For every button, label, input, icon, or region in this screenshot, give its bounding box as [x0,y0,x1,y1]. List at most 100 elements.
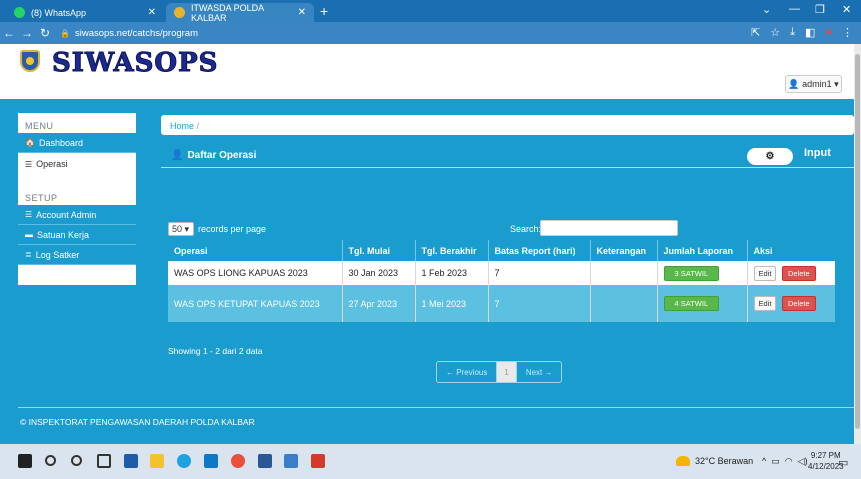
mail-icon[interactable] [204,454,218,468]
store-icon[interactable] [124,454,138,468]
chrome-icon[interactable] [231,454,245,468]
sidebar-item-label: Log Satker [35,249,80,260]
sidebar-item-dashboard[interactable]: 🏠 Dashboard [18,133,136,153]
network-icon: ▭ [771,456,780,466]
menu-heading: MENU [18,113,136,133]
pdf-icon[interactable] [311,454,325,468]
weather-text: 32°C Berawan [695,456,754,466]
menu-kebab-icon[interactable]: ⋮ [842,26,853,39]
page-scrollbar[interactable] [854,44,861,444]
maximize-icon[interactable]: ❐ [815,3,825,16]
weather-icon [676,456,690,466]
delete-button[interactable]: Delete [781,296,816,311]
forward-icon[interactable]: → [18,26,36,40]
cell-berakhir: 1 Mei 2023 [415,285,489,322]
comment-icon: ▬ [25,230,33,239]
taskbar: 32°C Berawan ^ ▭ ◠ ◁) 9:27 PM 4/12/2023 … [0,444,861,479]
chevron-down-icon[interactable]: ⌄ [762,3,771,16]
url-text: siwasops.net/catchs/program [74,27,198,39]
new-tab-icon[interactable]: + [320,3,328,19]
column-header[interactable]: Tgl. Berakhir [415,240,489,261]
windows-start-icon[interactable] [18,454,32,468]
notification-icon[interactable]: ▭ [838,456,848,469]
input-label[interactable]: Input [804,147,831,159]
sidebar-item-log-satker[interactable]: ≣ Log Satker [18,245,136,265]
cell-batas: 7 [488,285,591,322]
column-header[interactable]: Operasi [168,240,343,261]
column-header[interactable]: Batas Report (hari) [488,240,591,261]
search-label: Search: [510,224,542,234]
lock-icon: 🔒 [60,28,70,38]
edit-button[interactable]: Edit [753,265,777,281]
browser-tab-bar: (8) WhatsApp ✕ ITWASDA POLDA KALBAR ✕ + … [0,0,861,23]
delete-button[interactable]: Delete [781,265,816,281]
weather-widget[interactable]: 32°C Berawan [676,456,753,466]
wifi-icon: ◠ [784,456,793,466]
satwil-button[interactable]: 4 SATWIL [663,296,720,311]
brand-title: SIWASOPS [51,48,219,79]
column-header: Aksi [747,240,835,261]
page-1-button[interactable]: 1 [497,362,517,382]
cell-mulai: 27 Apr 2023 [342,285,416,322]
column-header[interactable]: Jumlah Laporan [657,240,748,261]
footer-divider [18,407,854,408]
close-icon[interactable]: ✕ [298,7,306,18]
list-icon: ☰ [25,159,33,169]
system-tray[interactable]: ^ ▭ ◠ ◁) [762,456,808,467]
close-icon[interactable]: ✕ [148,7,156,18]
volume-icon: ◁) [797,456,808,466]
tab-label: (8) WhatsApp [31,7,87,18]
breadcrumb: Home / [161,115,854,135]
reload-icon[interactable]: ↻ [36,26,54,40]
breadcrumb-home[interactable]: Home [170,121,194,131]
table-row: WAS OPS LIONG KAPUAS 2023 30 Jan 2023 1 … [168,261,835,285]
sidebar-item-label: Satuan Kerja [37,229,90,240]
table-header-row: Operasi Tgl. Mulai Tgl. Berakhir Batas R… [168,240,835,261]
list-icon: ☰ [25,210,33,219]
profile-icon[interactable]: ● [825,26,832,39]
site-favicon-icon [174,7,185,18]
photos-icon[interactable] [284,454,298,468]
user-menu-button[interactable]: 👤 admin1 ▾ [785,75,842,93]
address-bar: ← → ↻ 🔒 siwasops.net/catchs/program ⇱ ☆ … [0,22,861,44]
sidebar-item-satuan-kerja[interactable]: ▬ Satuan Kerja [18,225,136,245]
next-button[interactable]: Next → [517,362,562,382]
input-button[interactable]: ⚙ [747,148,793,165]
edit-button[interactable]: Edit [753,296,777,311]
showing-info: Showing 1 - 2 dari 2 data [168,346,263,356]
page-size-select[interactable]: 50 ▾ [168,222,194,236]
sidepanel-icon[interactable]: ◧ [805,26,815,39]
setup-heading: SETUP [18,191,136,205]
cortana-icon[interactable] [71,455,82,466]
cell-keterangan [590,285,658,322]
share-icon[interactable]: ⇱ [751,26,760,39]
tab-itwasda[interactable]: ITWASDA POLDA KALBAR ✕ [166,2,314,23]
column-header[interactable]: Keterangan [590,240,658,261]
tab-whatsapp[interactable]: (8) WhatsApp ✕ [6,3,164,22]
file-explorer-icon[interactable] [150,454,164,468]
cell-operasi: WAS OPS LIONG KAPUAS 2023 [168,261,343,285]
edge-icon[interactable] [177,454,191,468]
search-icon[interactable] [45,455,56,466]
satwil-button[interactable]: 3 SATWIL [663,265,720,281]
cell-berakhir: 1 Feb 2023 [415,261,489,285]
search-input[interactable] [540,220,678,236]
site-header: SIWASOPS 👤 admin1 ▾ [0,44,854,99]
download-icon[interactable]: ⤓ [790,26,795,39]
back-icon[interactable]: ← [0,26,18,40]
footer-text: © INSPEKTORAT PENGAWASAN DAERAH POLDA KA… [20,417,255,427]
sidebar-item-operasi[interactable]: ☰ Operasi [18,153,136,175]
sidebar-item-account-admin[interactable]: ☰ Account Admin [18,205,136,225]
cell-batas: 7 [488,261,591,285]
window-close-icon[interactable]: ✕ [842,3,851,16]
task-view-icon[interactable] [97,454,111,468]
star-icon[interactable]: ☆ [770,26,780,39]
url-field[interactable]: 🔒 siwasops.net/catchs/program [60,28,198,39]
user-menu-label: admin1 [802,79,832,89]
minimize-icon[interactable]: — [789,3,800,15]
operasi-table: Operasi Tgl. Mulai Tgl. Berakhir Batas R… [168,240,835,322]
word-icon[interactable] [258,454,272,468]
previous-button[interactable]: ← Previous [437,362,498,382]
column-header[interactable]: Tgl. Mulai [342,240,416,261]
tab-label: ITWASDA POLDA KALBAR [191,2,264,23]
